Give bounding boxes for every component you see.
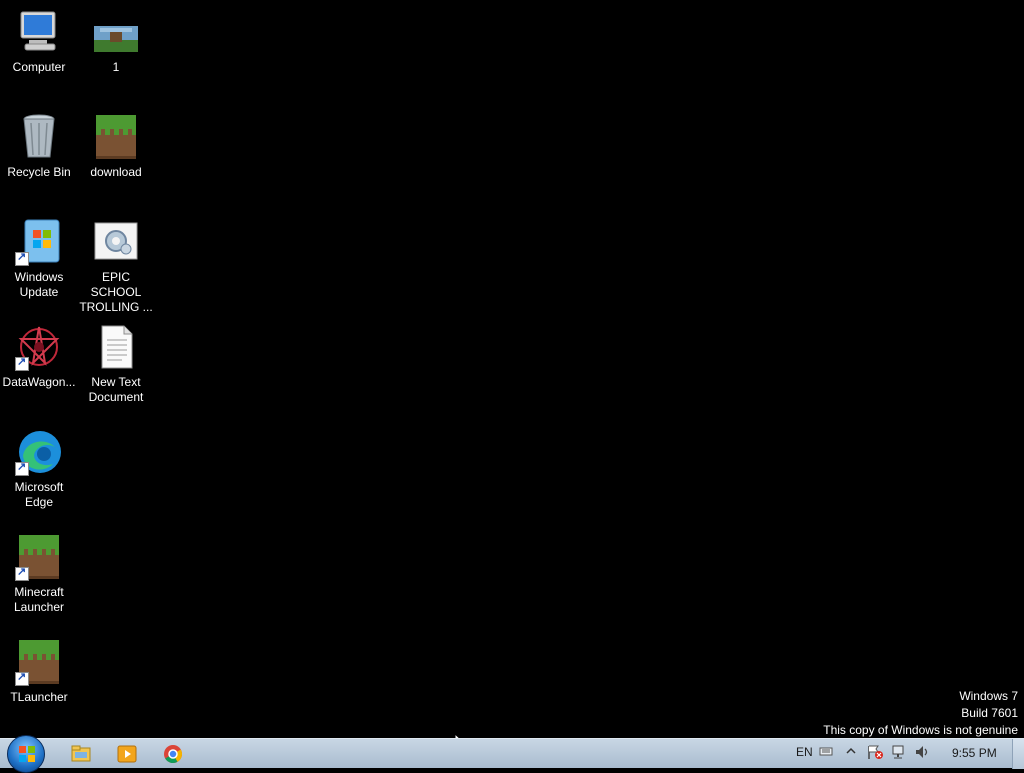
text-document-icon — [92, 323, 140, 371]
desktop-icon-label: download — [90, 165, 142, 179]
grass-block-image-icon — [92, 113, 140, 161]
desktop-icon-label: DataWagon... — [2, 375, 76, 389]
watermark-os-name: Windows 7 — [959, 689, 1018, 703]
desktop-icon-label: 1 — [112, 60, 120, 74]
network-icon[interactable] — [891, 744, 907, 763]
desktop-icon-label: New Text Document — [88, 375, 144, 404]
chrome-icon — [164, 745, 183, 764]
desktop-icon-label: Windows Update — [14, 270, 64, 299]
taskbar-chrome-button[interactable] — [162, 743, 184, 765]
shortcut-arrow-icon — [15, 565, 29, 581]
start-button[interactable] — [7, 735, 45, 773]
recycle-bin-icon — [15, 113, 63, 161]
settings-file-icon — [92, 218, 140, 266]
action-center-flag-icon[interactable] — [866, 744, 884, 763]
desktop-icon-new-text-document[interactable]: New Text Document — [77, 323, 155, 405]
computer-icon — [15, 8, 63, 56]
desktop-icon-image-1[interactable]: 1 — [77, 8, 155, 75]
show-desktop-button[interactable] — [1012, 739, 1024, 769]
keyboard-icon[interactable] — [819, 744, 833, 761]
desktop-icon-windows-update[interactable]: Windows Update — [0, 218, 78, 300]
show-hidden-icons-chevron-icon[interactable] — [846, 745, 856, 760]
taskbar: EN 9:55 PM — [0, 735, 1024, 773]
desktop-icon-minecraft-launcher[interactable]: Minecraft Launcher — [0, 533, 78, 615]
clock[interactable]: 9:55 PM — [952, 746, 997, 760]
desktop-icon-download[interactable]: download — [77, 113, 155, 180]
desktop-icon-label: Recycle Bin — [7, 165, 71, 179]
windows-genuine-watermark: Windows 7 Build 7601 This copy of Window… — [823, 688, 1018, 739]
datawagon-icon — [15, 323, 63, 371]
file-explorer-icon — [71, 745, 91, 762]
shortcut-arrow-icon — [15, 670, 29, 686]
desktop-icon-recycle-bin[interactable]: Recycle Bin — [0, 113, 78, 180]
shortcut-arrow-icon — [15, 460, 29, 476]
desktop-icon-label: Computer — [12, 60, 66, 74]
desktop-icon-label: EPIC SCHOOL TROLLING ... — [79, 270, 153, 314]
watermark-build: Build 7601 — [961, 706, 1018, 720]
desktop-icon-datawagon[interactable]: DataWagon... — [0, 323, 78, 390]
desktop-icon-tlauncher[interactable]: TLauncher — [0, 638, 78, 705]
edge-icon — [15, 428, 63, 476]
volume-icon[interactable] — [914, 744, 930, 763]
taskbar-media-player-button[interactable] — [116, 743, 138, 765]
desktop-icon-label: Minecraft Launcher — [13, 585, 65, 614]
desktop-icon-microsoft-edge[interactable]: Microsoft Edge — [0, 428, 78, 510]
taskbar-file-explorer-button[interactable] — [70, 743, 92, 765]
image-thumbnail-icon — [92, 8, 140, 56]
desktop-icon-label: Microsoft Edge — [14, 480, 64, 509]
language-indicator[interactable]: EN — [796, 745, 813, 759]
tlauncher-icon — [15, 638, 63, 686]
desktop-icon-computer[interactable]: Computer — [0, 8, 78, 75]
shortcut-arrow-icon — [15, 250, 29, 266]
desktop-icon-label: TLauncher — [10, 690, 68, 704]
minecraft-launcher-icon — [15, 533, 63, 581]
windows-update-icon — [15, 218, 63, 266]
desktop: Computer 1 Recycle Bin download ↗ Window… — [0, 0, 1024, 753]
media-player-icon — [117, 745, 137, 763]
watermark-genuine-notice: This copy of Windows is not genuine — [823, 723, 1018, 737]
desktop-icon-epic-school-trolling[interactable]: EPIC SCHOOL TROLLING ... — [77, 218, 155, 315]
shortcut-arrow-icon — [15, 355, 29, 371]
